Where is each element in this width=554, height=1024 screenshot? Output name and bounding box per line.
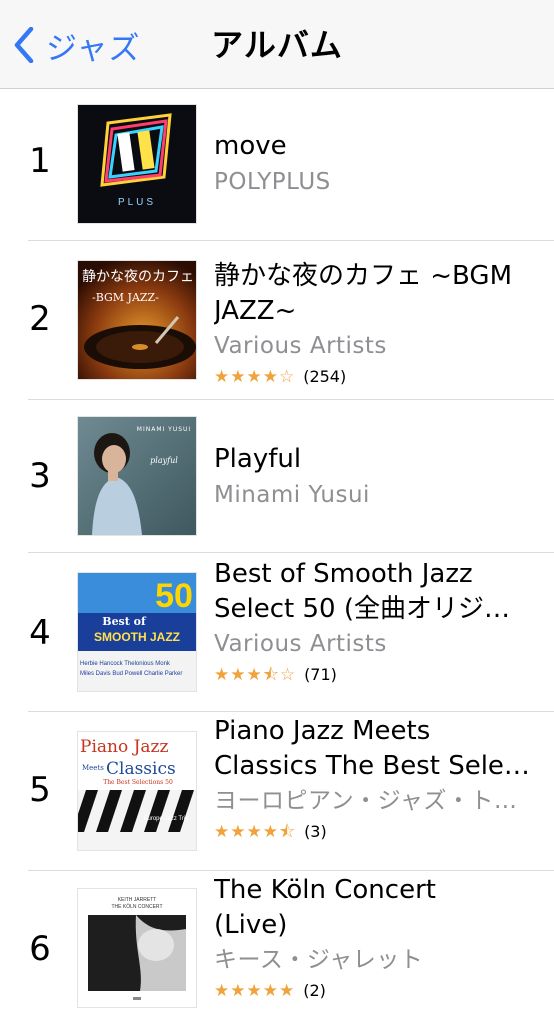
album-artist: Various Artists [214, 333, 387, 359]
rank-number: 6 [29, 929, 51, 969]
album-info: 静かな夜のカフェ ~BGM JAZZ~ Various Artists ★★★★… [214, 259, 540, 391]
art-text: 静かな夜のカフェ [82, 269, 194, 285]
art-text: KEITH JARRETT [118, 897, 157, 903]
rank-number: 4 [29, 613, 51, 653]
art-text: playful [150, 456, 178, 465]
album-artist: POLYPLUS [214, 169, 331, 195]
album-title-line-2: (Live) [214, 910, 288, 940]
art-text: Best of [102, 615, 147, 628]
art-text: MINAMI YUSUI [137, 426, 191, 433]
rating: ★★★★☆ (254) [214, 363, 540, 391]
album-row[interactable]: 1 PLUS move POLYPLUS [0, 89, 554, 240]
album-artist: ヨーロピアン・ジャズ・ト… [214, 788, 518, 814]
album-row[interactable]: 6 KEITH JARRETT THE KÖLN CONCERT The Köl… [0, 871, 554, 1024]
art-text: Piano Jazz [80, 737, 169, 757]
star-rating-icon: ★★★★☆ [214, 367, 296, 387]
polyplus-cover: PLUS [78, 105, 196, 223]
album-title: Piano Jazz Meets [214, 716, 431, 746]
album-row[interactable]: 2 静かな夜のカフェ -BGM JAZZ- 静かな夜のカフェ ~BGM JAZZ… [0, 241, 554, 399]
album-row[interactable]: 5 Piano Jazz Meets Classics The Best Sel… [0, 712, 554, 870]
album-artwork[interactable]: PLUS [78, 105, 196, 223]
rank-number: 2 [29, 299, 51, 339]
navigation-bar: ジャズ アルバム [0, 0, 554, 89]
art-text: SMOOTH JAZZ [94, 630, 180, 644]
album-title: move [214, 131, 287, 161]
album-info: The Köln Concert (Live) キース・ジャレット ★★★★★ … [214, 873, 540, 1005]
art-text: THE KÖLN CONCERT [111, 903, 162, 910]
album-artwork[interactable]: Piano Jazz Meets Classics The Best Selec… [78, 732, 196, 850]
rating: ★★★★⯪ (3) [214, 818, 540, 846]
album-info: Playful Minami Yusui [214, 442, 540, 512]
album-artist: Minami Yusui [214, 482, 370, 508]
album-artwork[interactable]: MINAMI YUSUI playful [78, 417, 196, 535]
rating: ★★★★★ (2) [214, 977, 540, 1005]
rating-count: (71) [304, 665, 337, 684]
page-title: アルバム [211, 26, 343, 64]
rating-count: (254) [303, 367, 347, 386]
koln-concert-cover: KEITH JARRETT THE KÖLN CONCERT [78, 889, 196, 1007]
star-rating-icon: ★★★⯪☆ [214, 665, 297, 685]
rank-number: 1 [29, 141, 51, 181]
rating-count: (2) [303, 981, 326, 1000]
album-title-line-2: JAZZ~ [214, 296, 297, 326]
art-text: Classics [106, 759, 176, 779]
album-artist: キース・ジャレット [214, 947, 424, 973]
star-rating-icon: ★★★★★ [214, 981, 296, 1001]
smooth-jazz-cover: 50 Best of SMOOTH JAZZ Herbie Hancock Th… [78, 573, 196, 691]
album-title-line-2: Classics The Best Sele… [214, 751, 530, 781]
turntable-cover: 静かな夜のカフェ -BGM JAZZ- [78, 261, 196, 379]
album-info: Best of Smooth Jazz Select 50 (全曲オリジ… Va… [214, 557, 540, 689]
album-title: The Köln Concert [214, 875, 436, 905]
piano-keys-cover: Piano Jazz Meets Classics The Best Selec… [78, 732, 196, 850]
album-artwork[interactable]: KEITH JARRETT THE KÖLN CONCERT [78, 889, 196, 1007]
album-info: move POLYPLUS [214, 129, 540, 199]
album-info: Piano Jazz Meets Classics The Best Sele…… [214, 714, 540, 846]
art-text: Europe Jazz Trio [143, 816, 189, 822]
art-text: Miles Davis Bud Powell Charlie Parker [80, 671, 182, 677]
art-text: The Best Selections 50 [103, 779, 173, 786]
album-title: Playful [214, 444, 302, 474]
album-artist: Various Artists [214, 631, 387, 657]
album-artwork[interactable]: 静かな夜のカフェ -BGM JAZZ- [78, 261, 196, 379]
album-title-line-2: Select 50 (全曲オリジ… [214, 594, 510, 624]
art-text: 50 [155, 577, 193, 615]
star-rating-icon: ★★★★⯪ [214, 822, 297, 842]
album-row[interactable]: 3 MINAMI YUSUI playful Playful Minami Yu… [0, 400, 554, 552]
portrait-cover: MINAMI YUSUI playful [78, 417, 196, 535]
art-text: Meets [82, 764, 104, 772]
album-title: Best of Smooth Jazz [214, 559, 473, 589]
rank-number: 3 [29, 456, 51, 496]
art-text: Herbie Hancock Thelonious Monk [80, 661, 171, 667]
rank-number: 5 [29, 770, 51, 810]
svg-text:PLUS: PLUS [118, 197, 156, 208]
album-row[interactable]: 4 50 Best of SMOOTH JAZZ Herbie Hancock … [0, 553, 554, 711]
rating: ★★★⯪☆ (71) [214, 661, 540, 689]
album-title: 静かな夜のカフェ ~BGM [214, 261, 513, 291]
album-artwork[interactable]: 50 Best of SMOOTH JAZZ Herbie Hancock Th… [78, 573, 196, 691]
art-text: -BGM JAZZ- [92, 291, 159, 304]
rating-count: (3) [304, 822, 327, 841]
